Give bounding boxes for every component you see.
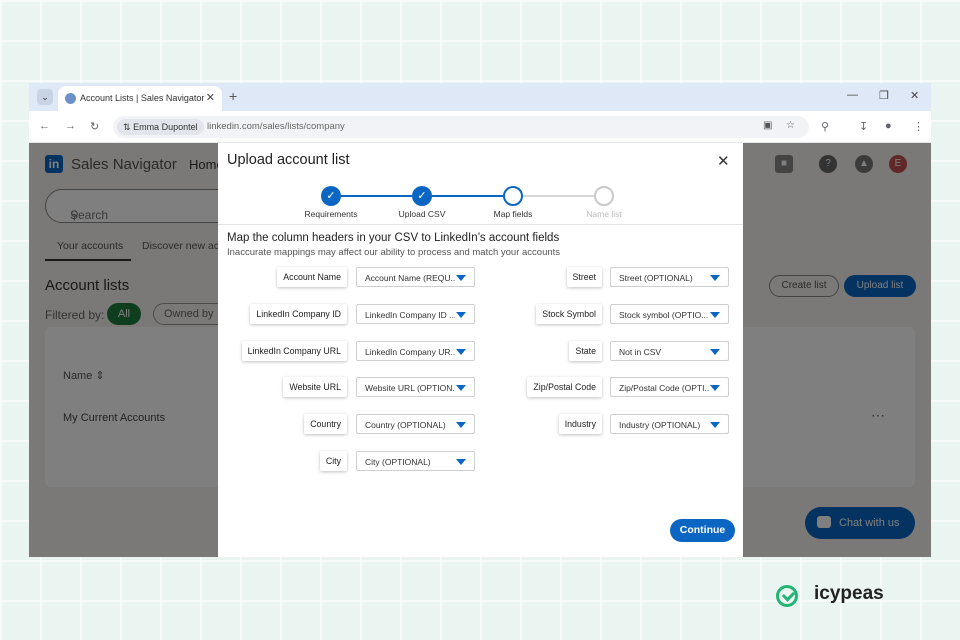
browser-tab[interactable]: Account Lists | Sales Navigator ✕ [58, 86, 222, 111]
back-icon[interactable]: ← [39, 120, 50, 132]
translate-icon[interactable]: ▣ [763, 120, 772, 131]
chevron-down-icon [456, 349, 466, 355]
select-value: Street (OPTIONAL) [619, 273, 693, 283]
minimize-icon[interactable]: — [847, 89, 858, 101]
field-mapping-select[interactable]: City (OPTIONAL) [356, 451, 475, 471]
select-value: Country (OPTIONAL) [365, 420, 446, 430]
select-value: Account Name (REQU... [365, 273, 455, 283]
tab-search-icon[interactable]: ⌄ [37, 89, 53, 105]
step-upload-check-icon: ✓ [412, 186, 432, 206]
tab-close-icon[interactable]: ✕ [206, 91, 215, 104]
field-mapping-select[interactable]: Street (OPTIONAL) [610, 267, 729, 287]
field-mapping-select[interactable]: Industry (OPTIONAL) [610, 414, 729, 434]
chevron-down-icon [456, 275, 466, 281]
browser-window: ⌄ Account Lists | Sales Navigator ✕ + — … [29, 83, 931, 557]
chevron-down-icon [710, 422, 720, 428]
progress-stepper: ✓ ✓ Requirements Upload CSV Map fields N… [218, 143, 743, 223]
step-connector [341, 195, 412, 197]
chevron-down-icon [456, 312, 466, 318]
select-value: Industry (OPTIONAL) [619, 420, 701, 430]
reload-icon[interactable]: ↻ [90, 120, 99, 133]
profile-chip-label: Emma Dupontel [133, 122, 198, 132]
field-label: Account Name [277, 267, 347, 287]
chevron-down-icon [710, 312, 720, 318]
field-label: State [569, 341, 602, 361]
profile-icon[interactable]: ● [885, 120, 892, 132]
step-label: Map fields [493, 209, 533, 219]
profile-chip[interactable]: ⇅ Emma Dupontel [117, 119, 204, 135]
window-close-icon[interactable]: ✕ [910, 89, 919, 102]
bookmark-star-icon[interactable]: ☆ [786, 120, 795, 131]
step-connector [523, 195, 594, 197]
mapping-heading: Map the column headers in your CSV to Li… [227, 232, 560, 244]
tab-title: Account Lists | Sales Navigator [80, 93, 205, 103]
labs-flask-icon[interactable]: ⚲ [821, 120, 829, 133]
field-label: Website URL [283, 377, 347, 397]
select-value: Stock symbol (OPTIO... [619, 310, 709, 320]
field-label: City [319, 451, 347, 471]
continue-button[interactable]: Continue [670, 519, 735, 542]
chevron-down-icon [456, 422, 466, 428]
select-value: City (OPTIONAL) [365, 457, 431, 467]
field-mapping-select[interactable]: LinkedIn Company UR... [356, 341, 475, 361]
brand-name: icypeas [814, 583, 884, 604]
download-icon[interactable]: ↧ [859, 120, 868, 133]
new-tab-icon[interactable]: + [229, 88, 237, 104]
step-map-fields-circle [503, 186, 523, 206]
chevron-down-icon [710, 275, 720, 281]
restore-icon[interactable]: ❐ [879, 89, 889, 102]
tab-bar: ⌄ Account Lists | Sales Navigator ✕ + — … [29, 83, 931, 111]
modal-divider [218, 224, 743, 225]
chevron-down-icon [710, 385, 720, 391]
step-connector [432, 195, 503, 197]
field-label: LinkedIn Company ID [250, 304, 347, 324]
step-label: Upload CSV [398, 209, 446, 219]
field-mapping-select[interactable]: Account Name (REQU... [356, 267, 475, 287]
select-value: LinkedIn Company ID ... [365, 310, 455, 320]
field-label: Stock Symbol [536, 304, 602, 324]
chevron-down-icon [456, 459, 466, 465]
step-name-list-circle [594, 186, 614, 206]
url-text[interactable]: linkedin.com/sales/lists/company [207, 121, 345, 132]
field-label: Industry [558, 414, 602, 434]
upload-account-list-modal: Upload account list ✕ ✓ ✓ Requirements U… [218, 143, 743, 557]
mapping-subheading: Inaccurate mappings may affect our abili… [227, 247, 561, 258]
brand-check-icon [776, 585, 798, 607]
linkedin-page: in Sales Navigator Home ■ ? ▲ E ⚲ Search… [29, 143, 931, 557]
step-label: Requirements [304, 209, 358, 219]
forward-icon[interactable]: → [65, 120, 76, 132]
chevron-down-icon [710, 349, 720, 355]
browser-toolbar: ← → ↻ ⇅ Emma Dupontel linkedin.com/sales… [29, 111, 931, 143]
field-mapping-select[interactable]: Zip/Postal Code (OPTI... [610, 377, 729, 397]
field-mapping-select[interactable]: Website URL (OPTION... [356, 377, 475, 397]
field-mapping-select[interactable]: Country (OPTIONAL) [356, 414, 475, 434]
more-menu-icon[interactable]: ⋮ [913, 120, 924, 133]
step-requirements-check-icon: ✓ [321, 186, 341, 206]
address-bar[interactable]: ⇅ Emma Dupontel linkedin.com/sales/lists… [113, 116, 809, 138]
site-settings-icon: ⇅ [123, 122, 131, 132]
field-label: Zip/Postal Code [527, 377, 602, 397]
field-mapping-select[interactable]: Stock symbol (OPTIO... [610, 304, 729, 324]
field-mapping-select[interactable]: LinkedIn Company ID ... [356, 304, 475, 324]
step-label: Name list [586, 209, 622, 219]
select-value: Zip/Postal Code (OPTI... [619, 383, 709, 393]
chevron-down-icon [456, 385, 466, 391]
tab-favicon-icon [65, 93, 76, 104]
select-value: Website URL (OPTION... [365, 383, 455, 393]
select-value: LinkedIn Company UR... [365, 347, 455, 357]
field-label: LinkedIn Company URL [241, 341, 347, 361]
field-label: Street [566, 267, 602, 287]
field-mapping-select[interactable]: Not in CSV [610, 341, 729, 361]
field-label: Country [304, 414, 347, 434]
select-value: Not in CSV [619, 347, 662, 357]
